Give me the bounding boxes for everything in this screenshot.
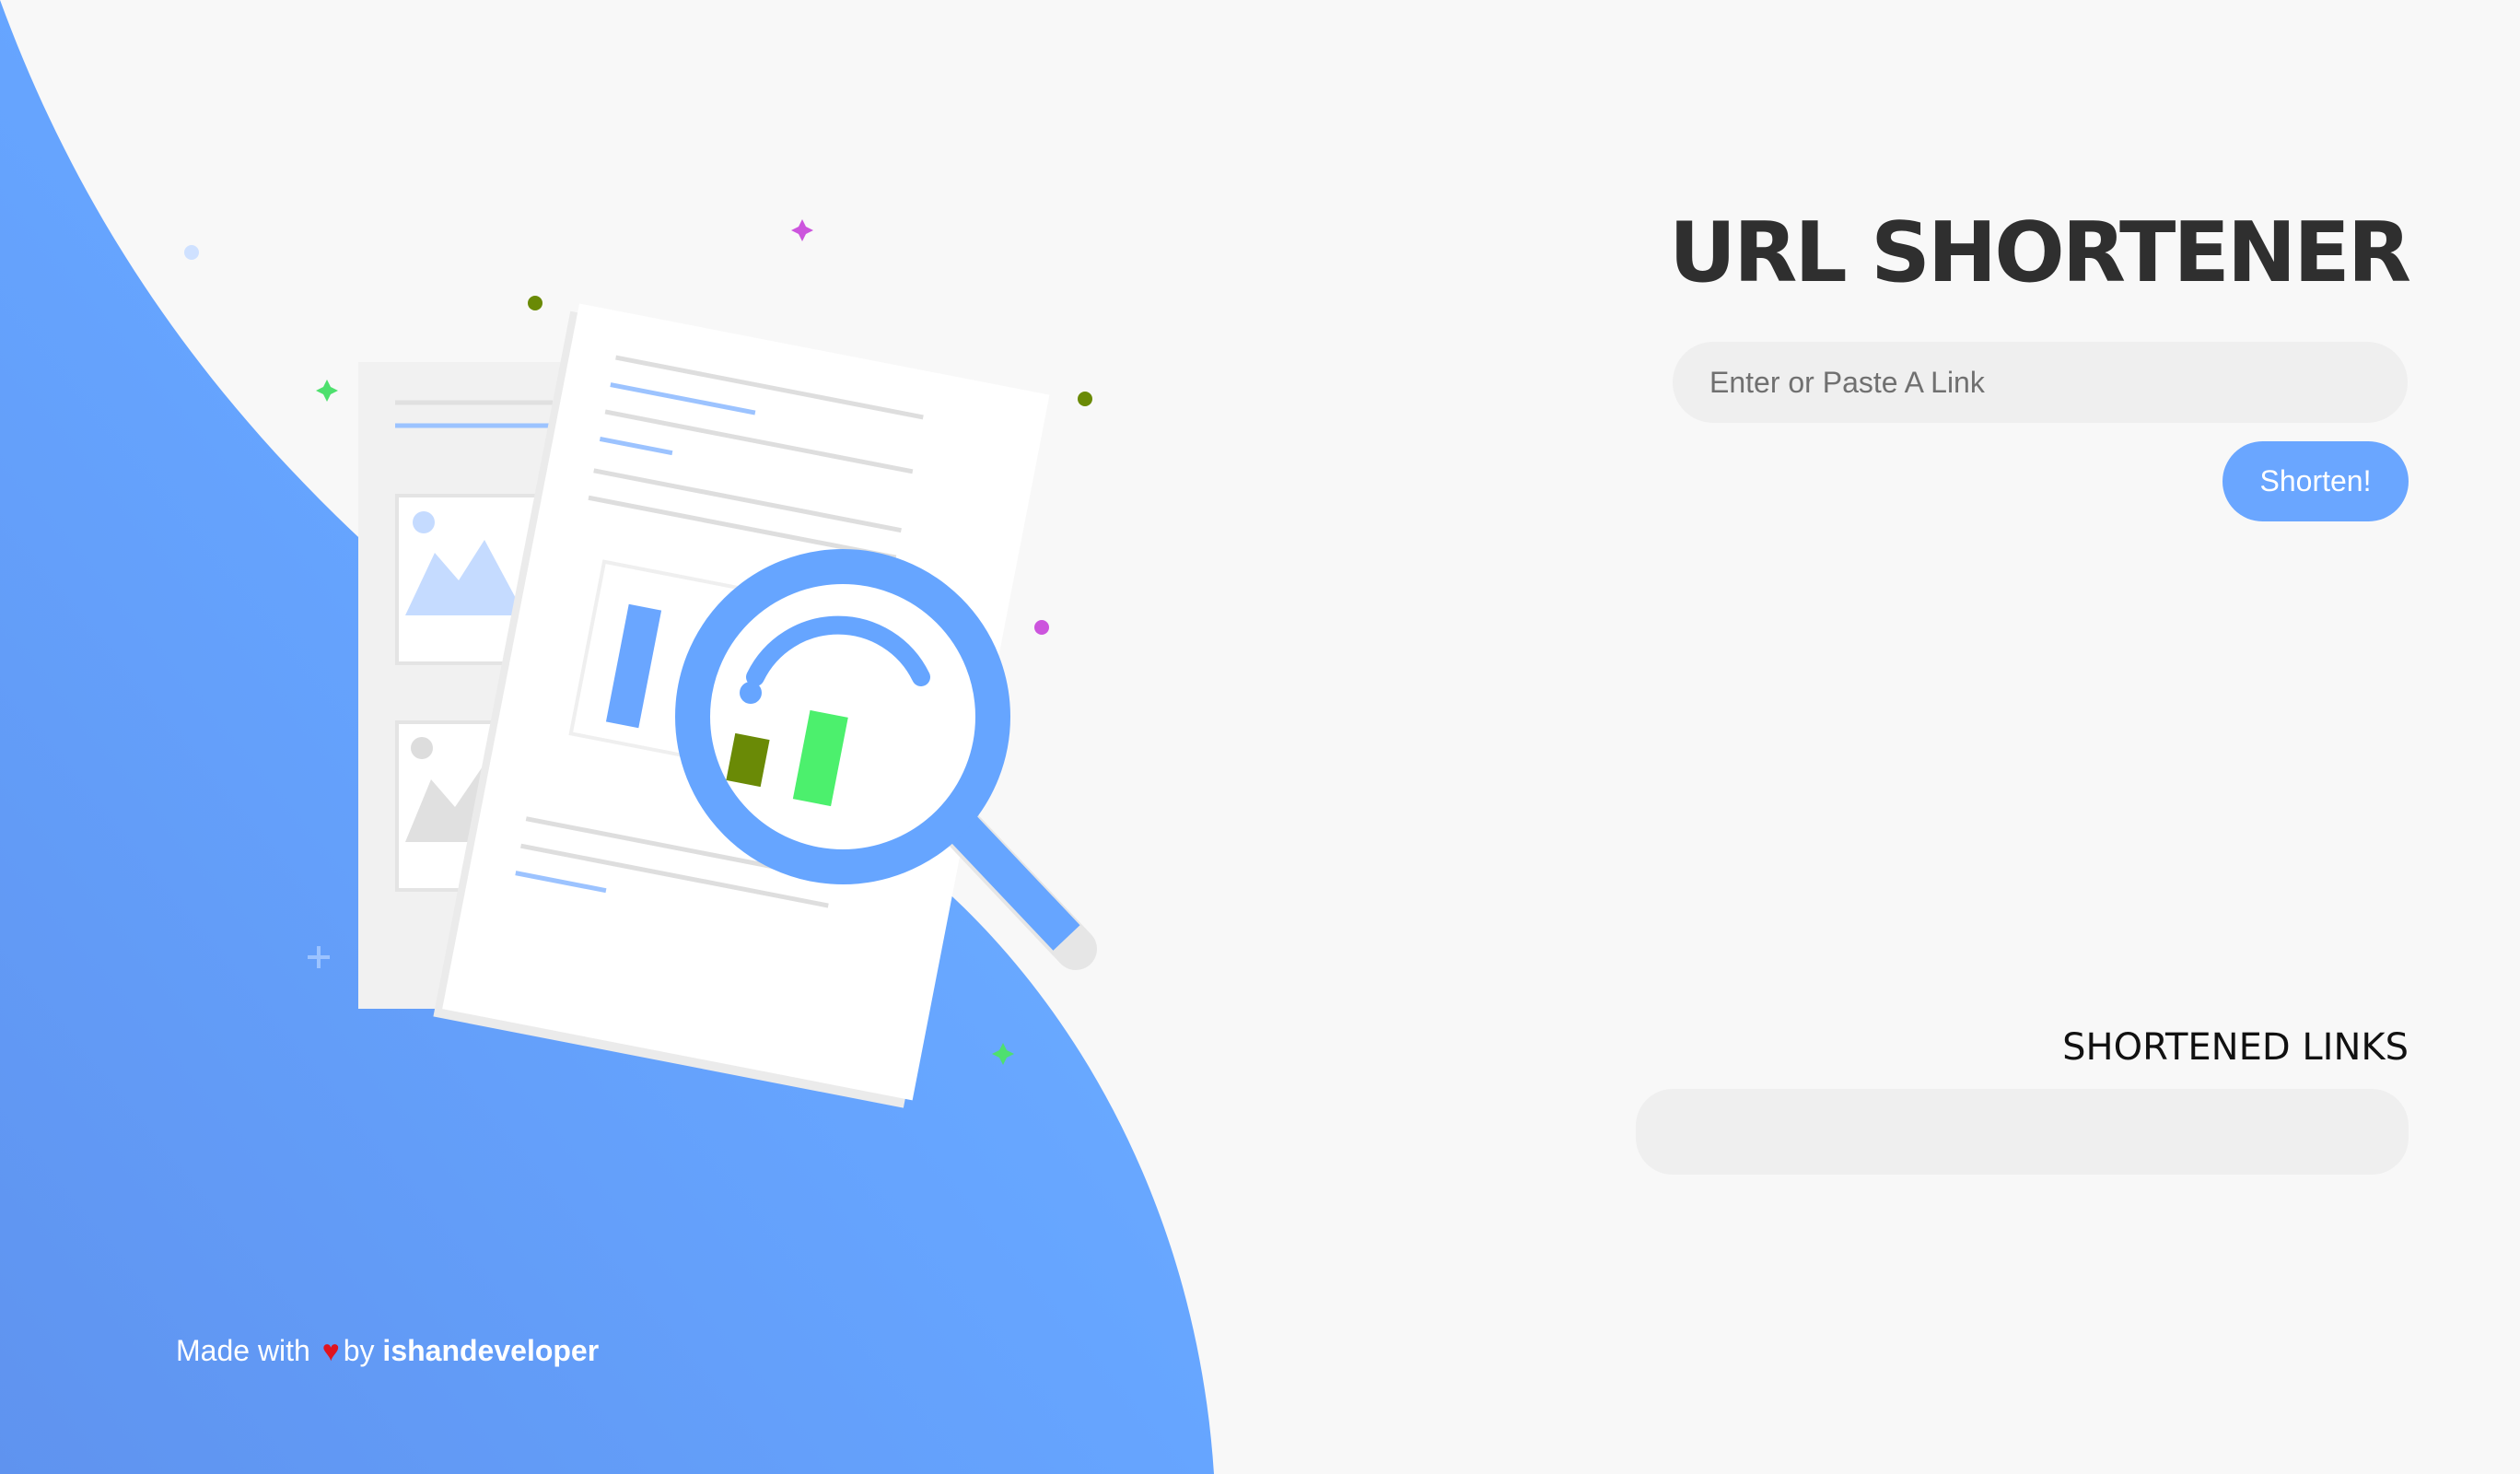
confetti-star — [992, 1043, 1014, 1065]
shortened-links-heading: SHORTENED LINKS — [2062, 1026, 2409, 1069]
confetti-star — [316, 380, 338, 402]
confetti-star — [791, 219, 813, 241]
confetti-dot — [1034, 620, 1049, 635]
confetti-plus — [308, 946, 330, 968]
heart-icon: ♥ — [321, 1334, 340, 1367]
author-link[interactable]: ishandeveloper — [382, 1334, 599, 1367]
footer-credit: Made with ♥ by ishandeveloper — [176, 1334, 599, 1368]
footer-by: by — [343, 1334, 375, 1367]
link-input[interactable] — [1673, 342, 2408, 423]
footer-prefix: Made with — [176, 1334, 310, 1367]
page: URL SHORTENER Shorten! SHORTENED LINKS M… — [0, 0, 2520, 1474]
confetti-dot — [1078, 392, 1092, 406]
shorten-button[interactable]: Shorten! — [2222, 441, 2409, 521]
app-title: URL SHORTENER — [1669, 205, 2411, 301]
confetti-dot — [184, 245, 199, 260]
shortened-links-list — [1636, 1089, 2409, 1175]
confetti-dot — [528, 296, 542, 310]
